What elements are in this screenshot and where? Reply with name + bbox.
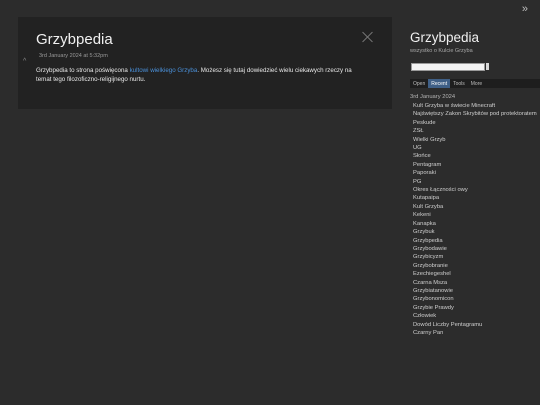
tiddler-date: 3rd January 2024 at 5:32pm <box>39 53 108 59</box>
body-text-start: Grzybpedia to strona poświęcona <box>36 67 130 74</box>
tiddler-body: Grzybpedia to strona poświęcona kultowi … <box>36 66 366 84</box>
tab-tools[interactable]: Tools <box>450 79 468 88</box>
list-item[interactable]: Słońce <box>413 152 537 160</box>
list-item[interactable]: Czarna Msza <box>413 279 537 287</box>
list-item[interactable]: Grzybiatanowie <box>413 287 537 295</box>
sidebar-toggle-button[interactable]: » <box>522 3 528 15</box>
list-item[interactable]: Kult Grzyba w świecie Minecraft <box>413 102 537 110</box>
list-item[interactable]: Pentagram <box>413 161 537 169</box>
list-item[interactable]: Grzybpedia <box>413 237 537 245</box>
list-item[interactable]: Najświętszy Zakon Skrybitów pod protekto… <box>413 110 537 118</box>
list-item[interactable]: Grzybicyzm <box>413 253 537 261</box>
search-input[interactable] <box>411 63 485 71</box>
list-item[interactable]: Dowód Liczby Pentagramu <box>413 321 537 329</box>
collapse-icon[interactable]: ^ <box>23 58 26 65</box>
list-item[interactable]: Wielki Grzyb <box>413 136 537 144</box>
site-title: Grzybpedia <box>410 30 480 45</box>
list-item[interactable]: Grzybie Prawdy <box>413 304 537 312</box>
list-item[interactable]: ZSŁ <box>413 127 537 135</box>
tab-open[interactable]: Open <box>410 79 428 88</box>
list-item[interactable]: Kekeni <box>413 211 537 219</box>
kult-grzyba-link[interactable]: kultowi wielkiego Grzyba <box>130 67 198 74</box>
list-item[interactable]: Paporaki <box>413 169 537 177</box>
tiddler-card: Grzybpedia 3rd January 2024 at 5:32pm ^ … <box>18 17 392 109</box>
list-item[interactable]: Człowiek <box>413 312 537 320</box>
list-item[interactable]: Ezechiegeshel <box>413 270 537 278</box>
sidebar-tabs: Open Recent Tools More <box>410 79 540 88</box>
list-item[interactable]: Okres Łączności owy <box>413 186 537 194</box>
list-item[interactable]: UG <box>413 144 537 152</box>
search-button[interactable] <box>486 63 489 70</box>
list-item[interactable]: Kutapaipa <box>413 194 537 202</box>
recent-date-heading: 3rd January 2024 <box>410 94 456 100</box>
recent-list: Kult Grzyba w świecie Minecraft Najświęt… <box>413 102 537 337</box>
tab-more[interactable]: More <box>468 79 485 88</box>
list-item[interactable]: Czarny Pan <box>413 329 537 337</box>
list-item[interactable]: Kult Grzyba <box>413 203 537 211</box>
tiddler-title: Grzybpedia <box>36 31 113 48</box>
list-item[interactable]: Kanapka <box>413 220 537 228</box>
site-tagline: wszystko o Kulcie Grzyba <box>410 48 473 54</box>
close-icon[interactable] <box>362 31 374 43</box>
list-item[interactable]: PG <box>413 178 537 186</box>
list-item[interactable]: Grzybuk <box>413 228 537 236</box>
list-item[interactable]: Peskude <box>413 119 537 127</box>
list-item[interactable]: Grzybodawie <box>413 245 537 253</box>
list-item[interactable]: Grzybobranie <box>413 262 537 270</box>
list-item[interactable]: Grzybonomicon <box>413 295 537 303</box>
tab-recent[interactable]: Recent <box>428 79 451 88</box>
